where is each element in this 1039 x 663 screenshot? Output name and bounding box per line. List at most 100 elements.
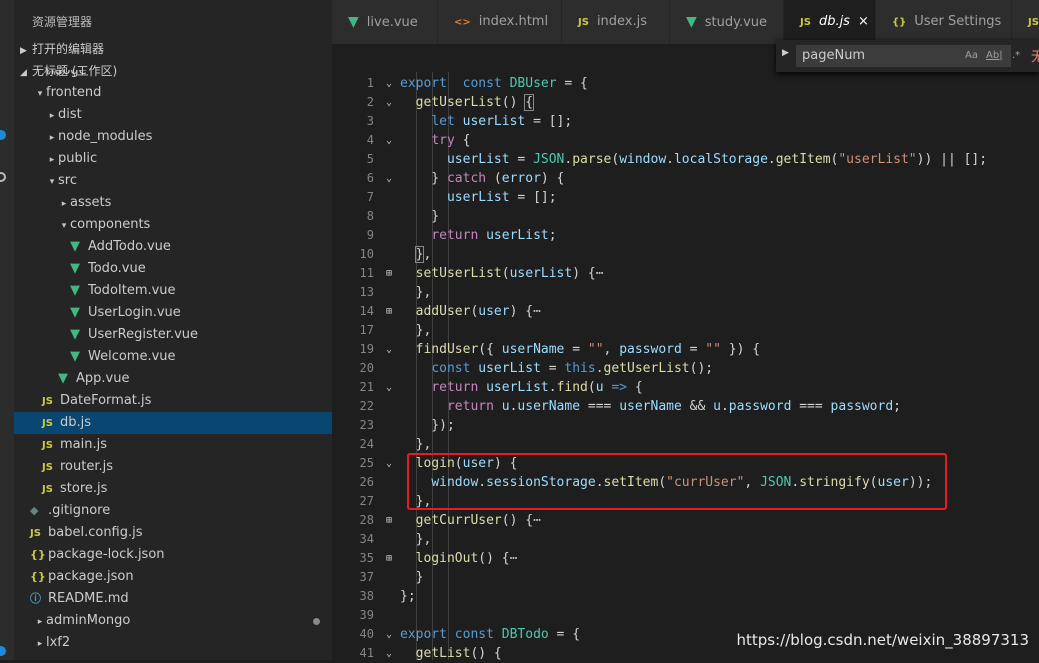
tree-item[interactable]: ▼ UserLogin.vue	[14, 302, 332, 324]
code-text: } catch (error) {	[400, 169, 564, 188]
tree-item-label: .gitignore	[48, 503, 111, 518]
accounts-badge-icon[interactable]	[0, 646, 6, 656]
tree-item[interactable]: ▸ dist	[14, 104, 332, 126]
tree-item[interactable]: ▼ AddTodo.vue	[14, 236, 332, 258]
tree-item[interactable]: ▸ node_modules	[14, 126, 332, 148]
code-token: find	[556, 380, 588, 395]
tree-item[interactable]: JS DateFormat.js	[14, 390, 332, 412]
tree-item[interactable]: ▼ TodoItem.vue	[14, 280, 332, 302]
tree-item[interactable]: ▾ frontend	[14, 82, 332, 104]
tree-item[interactable]: ▸ lxf2	[14, 632, 332, 654]
code-text: const userList = this.getUserList();	[400, 359, 713, 378]
tab-label: db.js	[818, 14, 850, 29]
open-editors-section[interactable]: ▶ 打开的编辑器	[14, 38, 332, 60]
fold-collapse-icon[interactable]: ⌄	[384, 131, 394, 150]
fold-collapse-icon[interactable]: ⌄	[384, 340, 394, 359]
code-line: 17 },	[332, 321, 1039, 340]
source-control-badge-icon[interactable]	[0, 130, 6, 140]
code-token: window	[619, 152, 667, 167]
tree-item[interactable]: JS router.js	[14, 456, 332, 478]
fold-collapse-icon[interactable]: ⌄	[384, 625, 394, 644]
code-token: userName	[501, 342, 565, 357]
tree-item-label: components	[70, 217, 151, 232]
tree-item[interactable]: ▼ Todo.vue	[14, 258, 332, 280]
close-icon[interactable]: ×	[858, 14, 869, 29]
tree-item[interactable]: ▼ UserRegister.vue	[14, 324, 332, 346]
tree-item-label: UserRegister.vue	[88, 327, 199, 342]
tree-item[interactable]: ▼ App.vue	[14, 368, 332, 390]
fold-collapse-icon[interactable]: ⌄	[384, 74, 394, 93]
tab-live-vue[interactable]: ▼ live.vue	[332, 0, 438, 44]
tree-item[interactable]: ▼ Welcome.vue	[14, 346, 332, 368]
code-line: 11 ⊞ setUserList(userList) {⋯	[332, 264, 1039, 283]
tree-item-label: node_modules	[58, 129, 153, 144]
fold-collapse-icon[interactable]: ⌄	[384, 454, 394, 473]
tab-db-js[interactable]: JS db.js ×	[784, 0, 876, 44]
tree-item-label: lxf2	[46, 635, 71, 650]
tree-item-label: AddTodo.vue	[88, 239, 171, 254]
match-case-toggle[interactable]: Aa	[965, 50, 978, 61]
tree-item[interactable]: ▸ adminMongo	[14, 610, 332, 632]
code-text: };	[400, 587, 416, 606]
tree-item[interactable]: ⓘ README.md	[14, 588, 332, 610]
fold-collapse-icon[interactable]: ⌄	[384, 169, 394, 188]
fold-collapse-icon[interactable]: ⌄	[384, 378, 394, 397]
tab-label: study.vue	[704, 15, 768, 30]
tree-item[interactable]: JS db.js	[14, 412, 332, 434]
tree-item[interactable]: {} package.json	[14, 566, 332, 588]
tab-index-html[interactable]: <> index.html	[438, 0, 562, 44]
code-line: 35 ⊞ loginOut() {⋯	[332, 549, 1039, 568]
tree-item[interactable]: JS main.js	[14, 434, 332, 456]
vue-file-icon: ▼	[70, 305, 80, 320]
whole-word-toggle[interactable]: Ab|	[986, 50, 1003, 61]
line-number: 26	[359, 475, 374, 489]
find-input[interactable]: pageNum	[796, 45, 1011, 67]
code-text: }	[400, 207, 439, 226]
line-number: 37	[359, 570, 374, 584]
fold-expand-icon[interactable]: ⊞	[384, 264, 394, 283]
tree-item[interactable]: JS store.js	[14, 478, 332, 500]
chevron-right-icon: ▸	[37, 639, 43, 649]
fold-expand-icon[interactable]: ⊞	[384, 511, 394, 530]
tab-label: index.html	[478, 14, 549, 29]
tree-item[interactable]: nuoge	[14, 70, 332, 82]
tree-item[interactable]: ▾ components	[14, 214, 332, 236]
code-text: }	[400, 568, 424, 587]
line-number: 25	[359, 456, 374, 470]
line-number: 38	[359, 589, 374, 603]
tree-item-label: package-lock.json	[48, 547, 165, 562]
tree-item[interactable]: ◆ .gitignore	[14, 500, 332, 522]
code-token: userList	[486, 380, 549, 395]
code-line: 39	[332, 606, 1039, 625]
code-token: u	[595, 380, 604, 395]
tree-item[interactable]: {} package-lock.json	[14, 544, 332, 566]
code-token: password	[728, 399, 792, 414]
code-editor[interactable]: 1 ⌄ export const DBUser = {2 ⌄ getUserList(…	[332, 72, 1039, 663]
tree-item[interactable]: ▾ src	[14, 170, 332, 192]
code-token: getItem	[775, 152, 831, 167]
fold-expand-icon[interactable]: ⊞	[384, 302, 394, 321]
line-number: 9	[366, 228, 374, 242]
code-token: let	[431, 114, 455, 129]
tree-item[interactable]: ▸ public	[14, 148, 332, 170]
tab-c[interactable]: JSc	[1012, 0, 1039, 44]
tab-study-vue[interactable]: ▼ study.vue	[670, 0, 784, 44]
fold-expand-icon[interactable]: ⊞	[384, 549, 394, 568]
json-file-icon: {}	[30, 570, 46, 583]
code-token: (	[611, 152, 620, 167]
fold-collapse-icon[interactable]: ⌄	[384, 644, 394, 663]
line-number: 39	[359, 608, 374, 622]
tree-item[interactable]: ▸ assets	[14, 192, 332, 214]
fold-collapse-icon[interactable]: ⌄	[384, 93, 394, 112]
watermark: https://blog.csdn.net/weixin_38897313	[736, 631, 1029, 649]
regex-toggle[interactable]: .*	[1012, 50, 1020, 61]
tab-user-settings[interactable]: {} User Settings	[876, 0, 1012, 44]
toggle-replace-icon[interactable]: ▶	[782, 48, 789, 58]
tree-item[interactable]: JS babel.config.js	[14, 522, 332, 544]
tab-index-js[interactable]: JS index.js	[562, 0, 670, 44]
debug-icon[interactable]	[0, 172, 6, 182]
